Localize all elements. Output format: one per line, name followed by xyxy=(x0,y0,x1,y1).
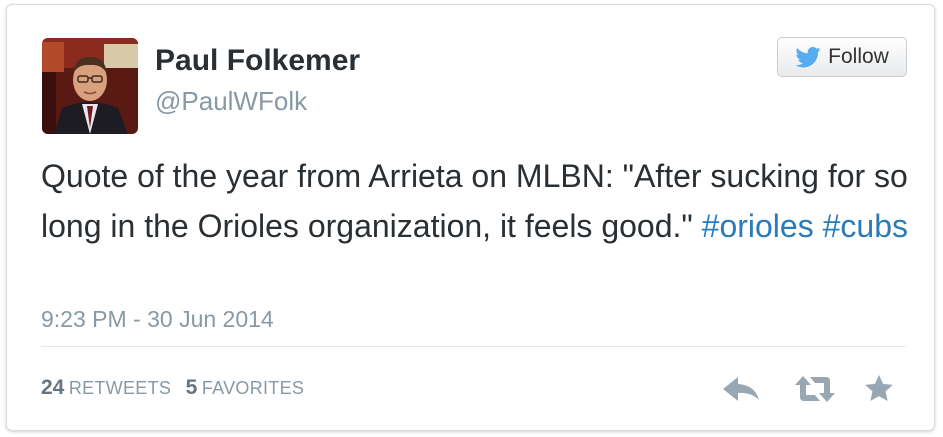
follow-label: Follow xyxy=(828,45,889,68)
avatar-photo xyxy=(42,38,138,134)
twitter-bird-icon xyxy=(795,46,821,68)
reply-icon[interactable] xyxy=(719,371,763,407)
star-icon[interactable] xyxy=(861,371,897,407)
tweet-timestamp[interactable]: 9:23 PM - 30 Jun 2014 xyxy=(41,305,274,333)
favorites-stat[interactable]: 5 FAVORITES xyxy=(186,376,305,399)
author-name[interactable]: Paul Folkemer xyxy=(155,43,360,79)
tweet-stats: 24 RETWEETS 5 FAVORITES xyxy=(41,375,314,403)
follow-button[interactable]: Follow xyxy=(777,37,907,77)
hashtag-cubs[interactable]: #cubs xyxy=(823,208,908,244)
retweets-stat[interactable]: 24 RETWEETS xyxy=(41,376,172,399)
tweet-actions xyxy=(719,371,897,407)
retweets-count: 24 xyxy=(41,376,65,399)
retweets-label: RETWEETS xyxy=(68,378,172,398)
retweet-icon[interactable] xyxy=(793,371,837,407)
tweet-card: Paul Folkemer @PaulWFolk Follow Quote of… xyxy=(6,4,935,431)
avatar[interactable] xyxy=(42,38,138,134)
hashtag-orioles[interactable]: #orioles xyxy=(702,208,814,244)
favorites-count: 5 xyxy=(185,376,198,399)
tweet-text: Quote of the year from Arrieta on MLBN: … xyxy=(41,151,921,251)
favorites-label: FAVORITES xyxy=(201,378,305,398)
author-handle[interactable]: @PaulWFolk xyxy=(155,85,307,117)
divider xyxy=(41,346,906,347)
